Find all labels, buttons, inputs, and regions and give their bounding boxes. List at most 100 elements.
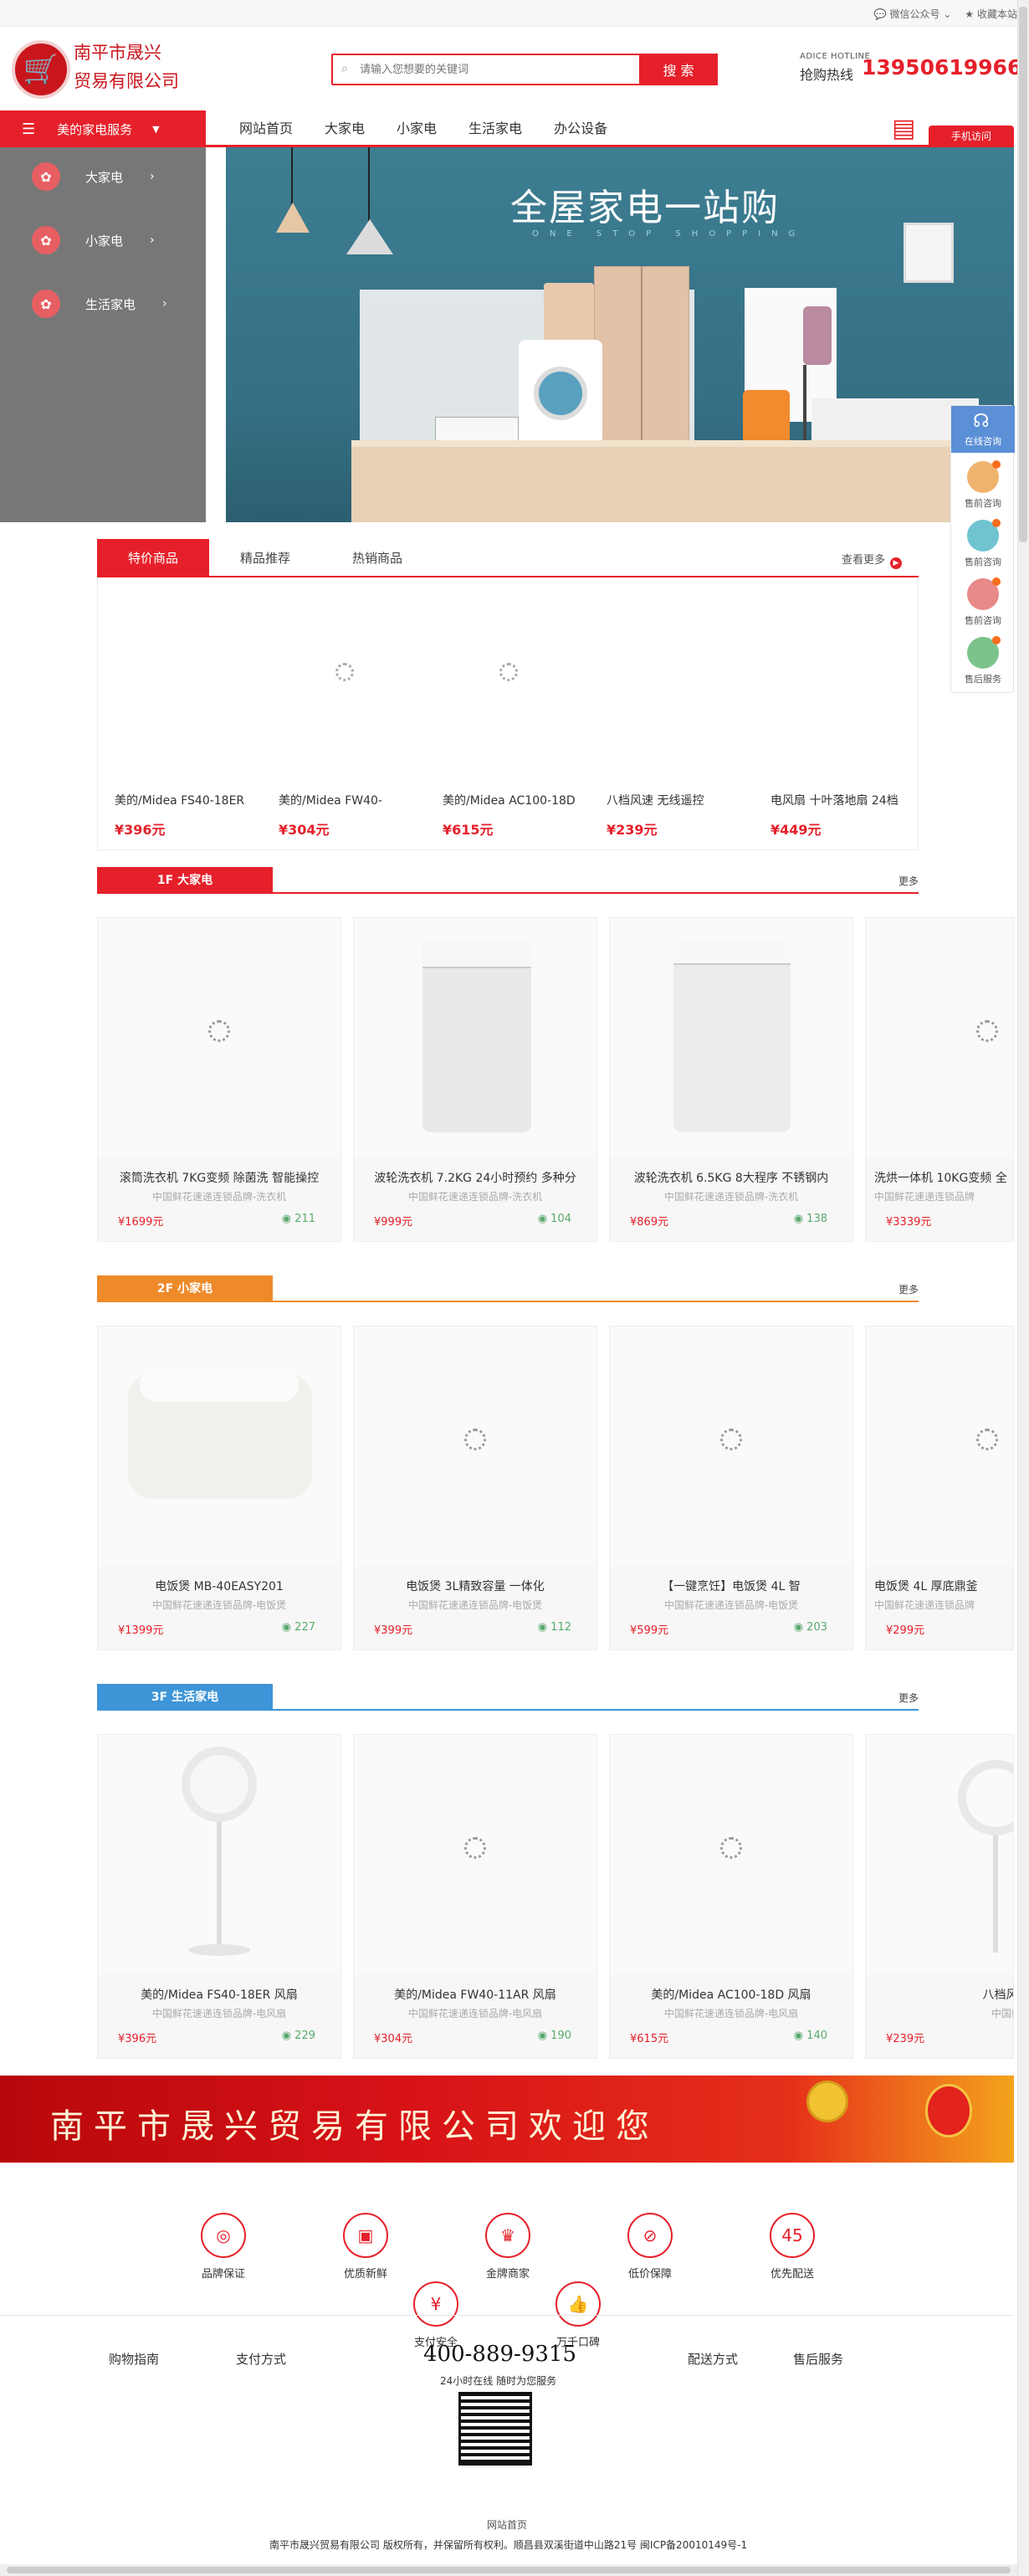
floor-more-link[interactable]: 更多: [898, 1282, 919, 1296]
tab-featured[interactable]: 精品推荐: [209, 539, 321, 576]
presale-consult-1[interactable]: 售前咨询: [951, 460, 1015, 510]
presale-consult-2[interactable]: 售前咨询: [951, 519, 1015, 568]
view-count: ◉ 229: [281, 2029, 315, 2042]
product-price: ¥304元: [279, 822, 330, 838]
mobile-access-button[interactable]: 手机访问: [929, 126, 1014, 146]
online-consult[interactable]: ☊ 在线咨询: [951, 406, 1015, 453]
flower-icon: ✿: [32, 162, 60, 191]
sidebar-item-large[interactable]: ✿ 大家电 ›: [32, 162, 155, 191]
product-name: 八档风速 无线遥控落: [982, 1988, 1013, 2002]
product-card[interactable]: 滚筒洗衣机 7KG变频 除菌洗 智能操控 中国鲜花速递连锁品牌-洗衣机 ¥169…: [97, 917, 341, 1242]
nav-link-life-appliance[interactable]: 生活家电: [468, 117, 522, 137]
product-name: 八档风速 无线遥控: [607, 794, 704, 808]
view-count: ◉ 138: [793, 1213, 827, 1225]
product-item[interactable]: 美的/Midea FS40-18ER ¥396元: [98, 577, 262, 850]
product-card[interactable]: 美的/Midea AC100-18D 风扇 中国鲜花速递连锁品牌-电风扇 ¥61…: [609, 1734, 853, 2059]
horizontal-scrollbar-thumb[interactable]: [7, 2567, 1011, 2573]
scrollbar-thumb[interactable]: [1019, 7, 1027, 542]
footer-link-guide[interactable]: 购物指南: [109, 2350, 159, 2368]
product-price: ¥299元: [886, 1624, 925, 1637]
sidebar-item-life[interactable]: ✿ 生活家电 ›: [32, 290, 167, 318]
floor-label: 1F 大家电: [97, 867, 273, 892]
search-button[interactable]: 搜 索: [639, 54, 718, 85]
product-item[interactable]: 美的/Midea FW40- ¥304元: [262, 577, 426, 850]
qr-code-icon: [458, 2392, 532, 2466]
view-count: ◉ 203: [793, 1621, 827, 1634]
search-input[interactable]: [360, 60, 636, 79]
product-card[interactable]: 美的/Midea FW40-11AR 风扇 中国鲜花速递连锁品牌-电风扇 ¥30…: [353, 1734, 597, 2059]
footer-link-shipping[interactable]: 配送方式: [688, 2350, 738, 2368]
nav-link-small-appliance[interactable]: 小家电: [397, 117, 437, 137]
tab-special[interactable]: 特价商品: [97, 539, 209, 576]
floor-more-link[interactable]: 更多: [898, 1691, 919, 1705]
product-card[interactable]: 美的/Midea FS40-18ER 风扇 中国鲜花速递连锁品牌-电风扇 ¥39…: [97, 1734, 341, 2059]
lamp-shade: [346, 219, 393, 254]
hotline-label: 抢购热线: [800, 67, 854, 83]
nav-link-home[interactable]: 网站首页: [239, 117, 293, 137]
product-image: [354, 918, 596, 1157]
category-menu-toggle[interactable]: ☰ 美的家电服务 ▼: [0, 110, 206, 147]
nav-link-large-appliance[interactable]: 大家电: [325, 117, 365, 137]
main-nav: 网站首页 大家电 小家电 生活家电 办公设备: [239, 117, 607, 137]
hero-banner[interactable]: 全屋家电一站购 ONE STOP SHOPPING: [226, 147, 1014, 522]
logo-icon[interactable]: 🛒: [12, 40, 70, 99]
favorite-link[interactable]: ★ 收藏本站: [965, 7, 1017, 21]
arrow-right-icon: ▶: [890, 557, 903, 569]
view-count-value: 211: [294, 1213, 315, 1225]
footer-link-aftersale[interactable]: 售后服务: [793, 2350, 843, 2368]
favorite-label: 收藏本站: [976, 8, 1017, 20]
product-info: 滚筒洗衣机 7KG变频 除菌洗 智能操控 中国鲜花速递连锁品牌-洗衣机 ¥169…: [98, 1157, 340, 1241]
product-price: ¥399元: [374, 1624, 413, 1637]
product-card[interactable]: 电饭煲 MB-40EASY201 中国鲜花速递连锁品牌-电饭煲 ¥1399元 ◉…: [97, 1326, 341, 1650]
loading-icon: [720, 1837, 742, 1859]
product-price: ¥239元: [886, 2033, 925, 2045]
product-card[interactable]: 电饭煲 3L精致容量 一体化 中国鲜花速递连锁品牌-电饭煲 ¥399元 ◉ 11…: [353, 1326, 597, 1650]
vacuum-stick: [803, 365, 806, 444]
tab-hot[interactable]: 热销商品: [321, 539, 433, 576]
top-bar: 💬 微信公众号 ⌄ ★ 收藏本站: [0, 0, 1029, 27]
product-item[interactable]: 电风扇 十叶落地扇 24档 ¥449元: [754, 577, 918, 850]
product-card[interactable]: 波轮洗衣机 6.5KG 8大程序 不锈钢内 中国鲜花速递连锁品牌-洗衣机 ¥86…: [609, 917, 853, 1242]
presale-consult-3[interactable]: 售前咨询: [951, 577, 1015, 627]
aftersale-service[interactable]: 售后服务: [951, 636, 1015, 685]
hotline-en: ADICE HOTLINE: [800, 52, 871, 61]
product-card[interactable]: 【一键烹饪】电饭煲 4L 智 中国鲜花速递连锁品牌-电饭煲 ¥599元 ◉ 20…: [609, 1326, 853, 1650]
product-card[interactable]: 波轮洗衣机 7.2KG 24小时预约 多种分 中国鲜花速递连锁品牌-洗衣机 ¥9…: [353, 917, 597, 1242]
view-count: ◉ 112: [537, 1621, 571, 1634]
lamp-cord: [368, 147, 370, 223]
view-more-link[interactable]: 查看更多 ▶: [842, 551, 903, 569]
view-count-value: 229: [294, 2029, 315, 2042]
product-price: ¥239元: [607, 822, 658, 838]
product-item[interactable]: 八档风速 无线遥控 ¥239元: [590, 577, 754, 850]
product-desc: 中国鲜花速递连锁品牌-洗衣机: [151, 1191, 287, 1203]
floor-more-link[interactable]: 更多: [898, 874, 919, 888]
product-price: ¥999元: [374, 1216, 413, 1229]
lantern-icon: [925, 2084, 972, 2137]
view-count: ◉ 104: [537, 1213, 571, 1225]
floor-3-header: 3F 生活家电 更多: [97, 1684, 919, 1711]
search-icon: ⌕: [341, 62, 348, 75]
footer-home-link[interactable]: 网站首页: [487, 2517, 527, 2532]
trophy-icon: ♛: [485, 2213, 530, 2258]
nav-link-office[interactable]: 办公设备: [554, 117, 607, 137]
product-item[interactable]: 美的/Midea AC100-18D ¥615元: [426, 577, 590, 850]
wechat-link[interactable]: 💬 微信公众号 ⌄: [874, 7, 952, 21]
product-price: ¥3339元: [886, 1216, 932, 1229]
product-name: 电饭煲 MB-40EASY201: [155, 1580, 284, 1593]
product-price: ¥615元: [443, 822, 494, 838]
bag-icon: ◎: [201, 2213, 246, 2258]
product-name: 电风扇 十叶落地扇 24档: [770, 794, 898, 808]
view-count: ◉ 227: [281, 1621, 315, 1634]
sidebar-item-small[interactable]: ✿ 小家电 ›: [32, 226, 155, 254]
wall-picture: [904, 223, 954, 283]
view-count-value: 138: [806, 1213, 827, 1225]
product-card[interactable]: 八档风速 无线遥控落 中国鲜花速递连锁品牌 ¥239元: [865, 1734, 1014, 2059]
product-info: 八档风速 无线遥控落 中国鲜花速递连锁品牌 ¥239元: [866, 1974, 1013, 2058]
clock-icon: 45: [770, 2213, 815, 2258]
loading-icon: [976, 1020, 998, 1042]
washer-image: [422, 940, 531, 1132]
footer-link-payment[interactable]: 支付方式: [236, 2350, 286, 2368]
product-price: ¥396元: [118, 2033, 157, 2045]
product-card[interactable]: 洗烘一体机 10KG变频 全 中国鲜花速递连锁品牌 ¥3339元: [865, 917, 1014, 1242]
product-card[interactable]: 电饭煲 4L 厚底鼎釜 中国鲜花速递连锁品牌 ¥299元: [865, 1326, 1014, 1650]
